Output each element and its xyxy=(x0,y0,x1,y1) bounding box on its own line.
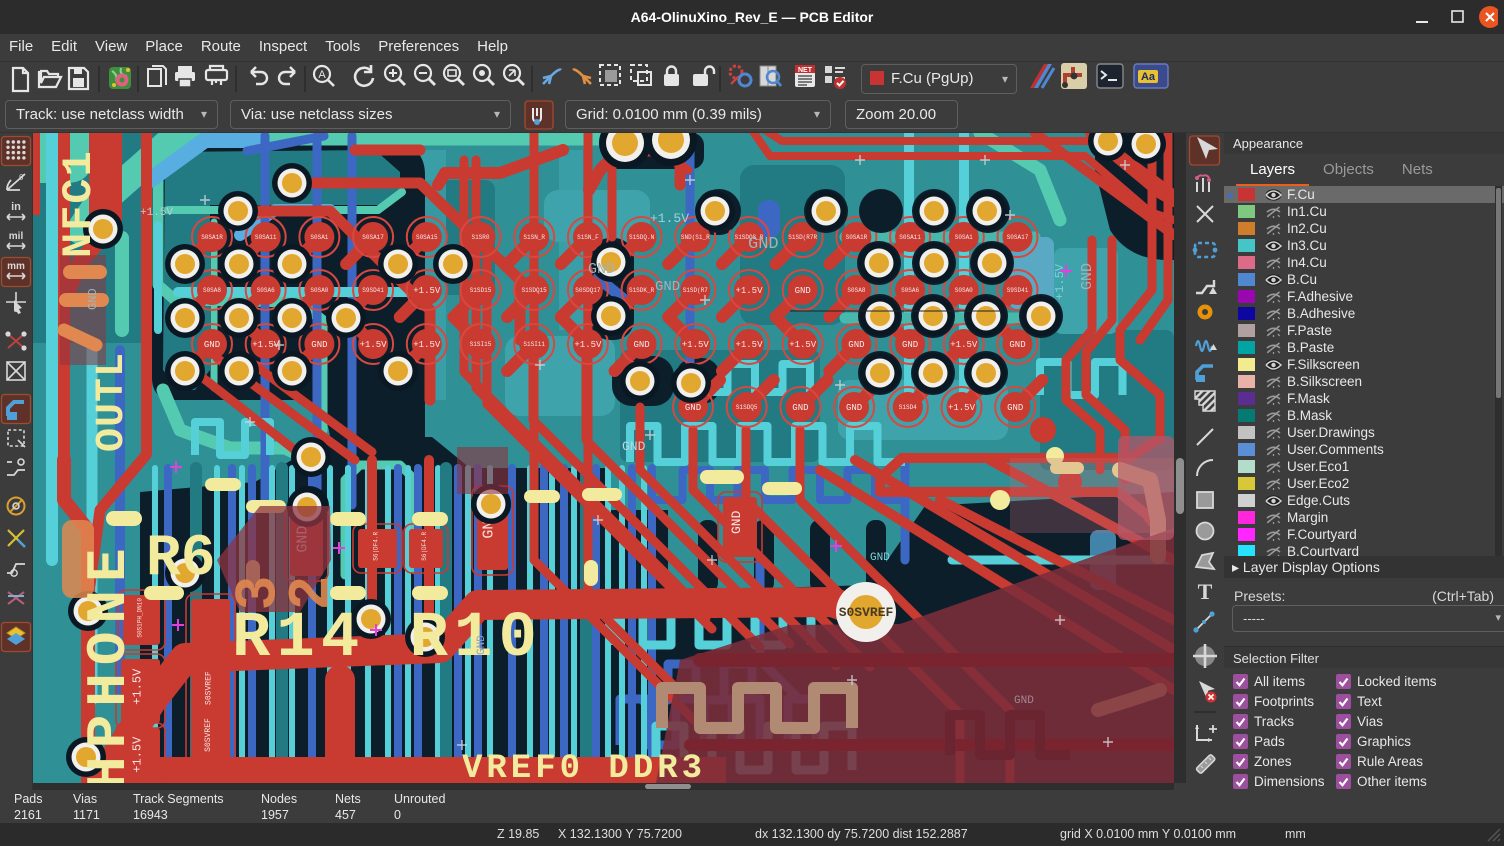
svg-text:GND: GND xyxy=(622,439,646,454)
svg-text:GND: GND xyxy=(655,279,680,295)
svg-text:+1.5V: +1.5V xyxy=(789,340,817,350)
svg-text:θ: θ xyxy=(19,173,24,182)
svg-text:S1SDQ5: S1SDQ5 xyxy=(736,404,758,411)
svg-text:S1SD(R7: S1SD(R7 xyxy=(683,287,709,294)
svg-text:+1.5V: +1.5V xyxy=(650,211,689,226)
svg-text:in: in xyxy=(11,201,21,213)
svg-text:+1.5V: +1.5V xyxy=(735,340,763,350)
svg-text:GND: GND xyxy=(795,286,811,296)
svg-text:GND: GND xyxy=(902,340,918,350)
svg-text:S6|DF4.R: S6|DF4.R xyxy=(373,532,380,561)
svg-text:GND: GND xyxy=(588,261,615,278)
svg-text:S1SD4: S1SD4 xyxy=(899,404,917,411)
svg-text:GND: GND xyxy=(729,510,744,534)
svg-text:mm: mm xyxy=(7,261,25,272)
svg-text:GND: GND xyxy=(476,635,488,655)
svg-text:GND: GND xyxy=(86,288,100,310)
svg-text:S9SD41: S9SD41 xyxy=(362,287,384,294)
svg-text:GND: GND xyxy=(1009,340,1025,350)
svg-text:OUTL: OUTL xyxy=(90,352,135,452)
svg-text:S1SD(R7R: S1SD(R7R xyxy=(788,234,817,241)
svg-text:HPHONE: HPHONE xyxy=(77,540,141,783)
svg-text:NET: NET xyxy=(798,67,813,74)
svg-text:S1SDQ.N: S1SDQ.N xyxy=(629,234,655,241)
svg-text:S0SVREF: S0SVREF xyxy=(204,718,213,752)
svg-text:S9SD41: S9SD41 xyxy=(1007,287,1029,294)
svg-text:S0SA0: S0SA0 xyxy=(955,287,973,294)
svg-text:+1.5V: +1.5V xyxy=(682,340,710,350)
svg-text:GND: GND xyxy=(311,340,327,350)
svg-text:mil: mil xyxy=(9,231,24,242)
svg-text:VREF0 DDR3: VREF0 DDR3 xyxy=(462,750,706,783)
svg-text:GND: GND xyxy=(204,340,220,350)
svg-text:S0SA6: S0SA6 xyxy=(901,287,919,294)
svg-text:GND: GND xyxy=(1007,403,1023,413)
svg-text:SND(S1_R: SND(S1_R xyxy=(681,234,710,241)
svg-text:S0SA1R: S0SA1R xyxy=(846,234,868,241)
svg-text:+1.5V: +1.5V xyxy=(413,286,441,296)
svg-text:R6: R6 xyxy=(146,527,216,592)
svg-text:S1SR0: S1SR0 xyxy=(471,234,489,241)
svg-text:R14 R10: R14 R10 xyxy=(232,603,543,675)
svg-text:S1SD15: S1SD15 xyxy=(470,287,492,294)
svg-text:T: T xyxy=(1198,579,1213,604)
svg-text:A: A xyxy=(318,69,326,81)
svg-text:+1.5V: +1.5V xyxy=(1053,263,1067,300)
svg-text:S0SVREF: S0SVREF xyxy=(839,605,894,620)
svg-text:+1.5V: +1.5V xyxy=(360,340,388,350)
svg-text:S1SN_R: S1SN_R xyxy=(523,234,545,241)
svg-text:GND: GND xyxy=(848,340,864,350)
svg-text:S0SA11: S0SA11 xyxy=(255,234,277,241)
svg-text:S0SDQ17: S0SDQ17 xyxy=(575,287,601,294)
svg-text:S1SI11: S1SI11 xyxy=(523,341,545,348)
svg-text:+1.5V: +1.5V xyxy=(735,286,763,296)
svg-text:S1SI15: S1SI15 xyxy=(470,341,492,348)
svg-text:GND: GND xyxy=(633,340,649,350)
svg-text:S0SVREF: S0SVREF xyxy=(205,671,214,705)
svg-text:S6|DF4.R: S6|DF4.R xyxy=(421,532,428,561)
svg-text:+1.5V: +1.5V xyxy=(140,207,173,219)
svg-text:GND: GND xyxy=(792,403,808,413)
svg-text:S1SDQ15: S1SDQ15 xyxy=(522,287,548,294)
svg-text:S1SN_F: S1SN_F xyxy=(577,234,599,241)
svg-text:S0SA17: S0SA17 xyxy=(1007,234,1029,241)
svg-text:S0SA6: S0SA6 xyxy=(257,287,275,294)
svg-text:S0SA1R: S0SA1R xyxy=(201,234,223,241)
svg-text:S0SA11: S0SA11 xyxy=(899,234,921,241)
svg-text:S0SA0: S0SA0 xyxy=(310,287,328,294)
svg-text:GND: GND xyxy=(870,552,890,564)
svg-text:GND: GND xyxy=(685,403,701,413)
svg-text:S0SA8: S0SA8 xyxy=(203,287,221,294)
svg-text:NFC1: NFC1 xyxy=(55,149,103,258)
svg-text:GND: GND xyxy=(748,235,779,254)
svg-text:+1.5V: +1.5V xyxy=(950,340,978,350)
svg-text:GND: GND xyxy=(1079,263,1096,290)
svg-text:+1.5V: +1.5V xyxy=(948,403,976,413)
svg-text:GND: GND xyxy=(1014,695,1034,707)
svg-text:GND: GND xyxy=(846,403,862,413)
svg-text:S0SA1: S0SA1 xyxy=(955,234,973,241)
svg-text:S0SA17: S0SA17 xyxy=(362,234,384,241)
svg-text:S0SA8: S0SA8 xyxy=(847,287,865,294)
svg-text:S1SDK_R: S1SDK_R xyxy=(629,287,655,294)
svg-text:+1.5V: +1.5V xyxy=(413,340,441,350)
svg-text:Aa: Aa xyxy=(1141,71,1156,83)
svg-text:S0SA15: S0SA15 xyxy=(416,234,438,241)
svg-text:S0SA1: S0SA1 xyxy=(310,234,328,241)
svg-text:+1.5V: +1.5V xyxy=(574,340,602,350)
